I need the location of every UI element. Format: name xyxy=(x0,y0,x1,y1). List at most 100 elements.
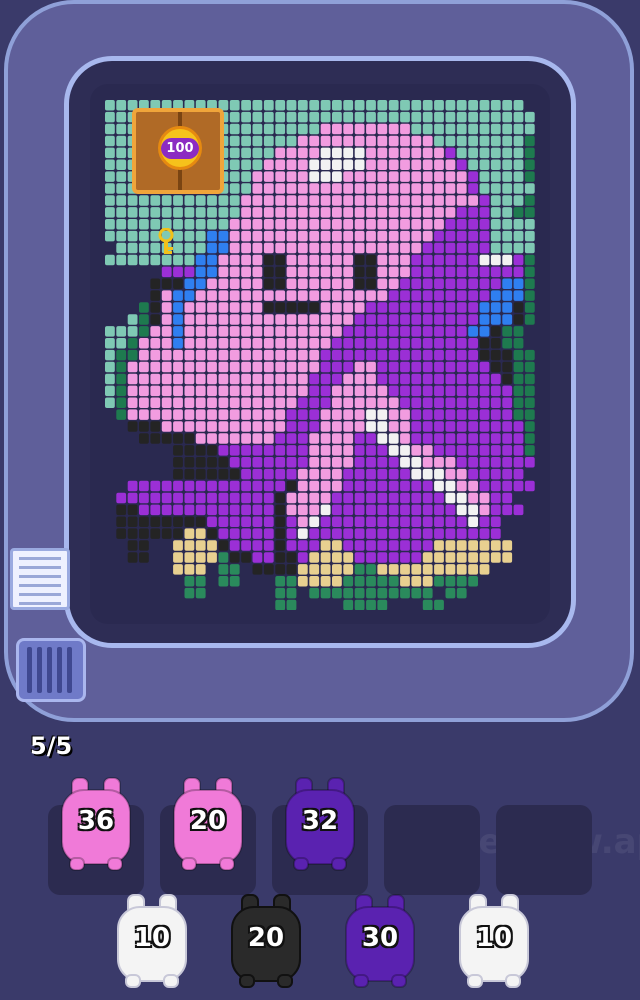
pixel-cell xyxy=(354,183,365,194)
pixel-cell xyxy=(354,457,365,468)
pixel-cell xyxy=(434,504,444,516)
pixel-cell xyxy=(354,409,365,420)
pixel-cell xyxy=(297,552,308,563)
pixel-cell xyxy=(241,445,251,456)
pixel-cell xyxy=(354,516,365,527)
pixel-cell xyxy=(297,230,308,242)
pixel-cell xyxy=(411,338,422,349)
pixel-cell xyxy=(388,564,399,575)
pig-piece[interactable]: 10 xyxy=(112,893,192,993)
pixel-cell xyxy=(524,278,535,289)
pixel-cell xyxy=(411,135,422,147)
pixel-cell xyxy=(434,445,444,456)
pixel-cell xyxy=(502,242,513,254)
pixel-cell xyxy=(286,576,297,587)
pixel-cell xyxy=(411,207,422,218)
pixel-cell xyxy=(377,599,388,610)
pixel-cell xyxy=(456,385,467,397)
pixel-cell xyxy=(422,123,433,135)
pixel-cell xyxy=(388,457,399,468)
pixel-cell xyxy=(479,504,490,516)
lock-value: 100 xyxy=(161,137,199,159)
pixel-cell xyxy=(354,195,365,206)
queue-slot[interactable] xyxy=(496,805,592,895)
locked-chest[interactable]: 100 xyxy=(132,108,224,194)
pixel-cell xyxy=(354,254,365,266)
pixel-cell xyxy=(161,326,172,337)
pixel-cell xyxy=(524,147,535,159)
pixel-cell xyxy=(275,397,286,408)
pixel-cell xyxy=(445,207,456,218)
pixel-cell xyxy=(400,587,410,599)
pixel-cell xyxy=(309,433,320,444)
pixel-cell xyxy=(479,230,490,242)
pixel-cell xyxy=(445,290,456,301)
pixel-cell xyxy=(105,147,115,159)
pixel-cell xyxy=(513,147,524,159)
pixel-cell xyxy=(241,492,251,504)
pixel-cell xyxy=(411,480,422,492)
pixel-cell xyxy=(377,385,388,397)
pixel-cell xyxy=(241,207,251,218)
pixel-cell xyxy=(297,385,308,397)
pixel-cell xyxy=(218,468,229,480)
pixel-cell xyxy=(354,135,365,147)
pixel-cell xyxy=(218,504,229,516)
pixel-cell xyxy=(490,171,501,182)
pixel-cell xyxy=(309,468,320,480)
pixel-cell xyxy=(343,385,354,397)
pixel-cell xyxy=(173,266,183,278)
pixel-cell xyxy=(309,302,320,313)
pixel-cell xyxy=(343,171,354,182)
pixel-cell xyxy=(388,480,399,492)
pixel-cell xyxy=(343,361,354,373)
pixel-cell xyxy=(218,242,229,254)
pixel-cell xyxy=(229,504,240,516)
pixel-cell xyxy=(139,433,149,444)
pig-piece[interactable]: 20 xyxy=(168,776,248,876)
pixel-cell xyxy=(388,207,399,218)
pixel-cell xyxy=(366,326,376,337)
pixel-cell xyxy=(502,480,513,492)
pig-piece[interactable]: 30 xyxy=(340,893,420,993)
pixel-cell xyxy=(388,290,399,301)
pixel-cell xyxy=(502,326,513,337)
pixel-cell xyxy=(229,421,240,432)
pixel-cell xyxy=(468,433,478,444)
pixel-cell xyxy=(184,207,195,218)
pixel-cell xyxy=(388,183,399,194)
pixel-cell xyxy=(320,552,331,563)
pixel-cell xyxy=(229,147,240,159)
pixel-cell xyxy=(332,195,342,206)
pixel-cell xyxy=(411,385,422,397)
pixel-cell xyxy=(332,171,342,182)
pixel-cell xyxy=(502,361,513,373)
pixel-cell xyxy=(139,207,149,218)
pig-piece[interactable]: 10 xyxy=(454,893,534,993)
pixel-cell xyxy=(513,207,524,218)
pixel-cell xyxy=(354,219,365,230)
pixel-cell xyxy=(229,528,240,539)
pig-count: 10 xyxy=(475,923,513,953)
pixel-cell xyxy=(309,171,320,182)
pixel-cell xyxy=(434,540,444,551)
pixel-cell xyxy=(422,349,433,361)
pixel-cell xyxy=(434,576,444,587)
pixel-cell xyxy=(229,492,240,504)
pixel-cell xyxy=(479,314,490,325)
pixel-cell xyxy=(343,111,354,123)
pig-piece[interactable]: 36 xyxy=(56,776,136,876)
pixel-cell xyxy=(400,457,410,468)
queue-slot[interactable] xyxy=(384,805,480,895)
pixel-cell xyxy=(286,564,297,575)
pixel-cell xyxy=(320,111,331,123)
spool-icon xyxy=(16,638,86,702)
pixel-cell xyxy=(309,195,320,206)
pixel-cell xyxy=(320,302,331,313)
pixel-cell xyxy=(127,540,138,551)
pixel-cell xyxy=(445,230,456,242)
pixel-cell xyxy=(366,123,376,135)
pig-piece[interactable]: 20 xyxy=(226,893,306,993)
pig-piece[interactable]: 32 xyxy=(280,776,360,876)
pixel-cell xyxy=(263,159,274,170)
